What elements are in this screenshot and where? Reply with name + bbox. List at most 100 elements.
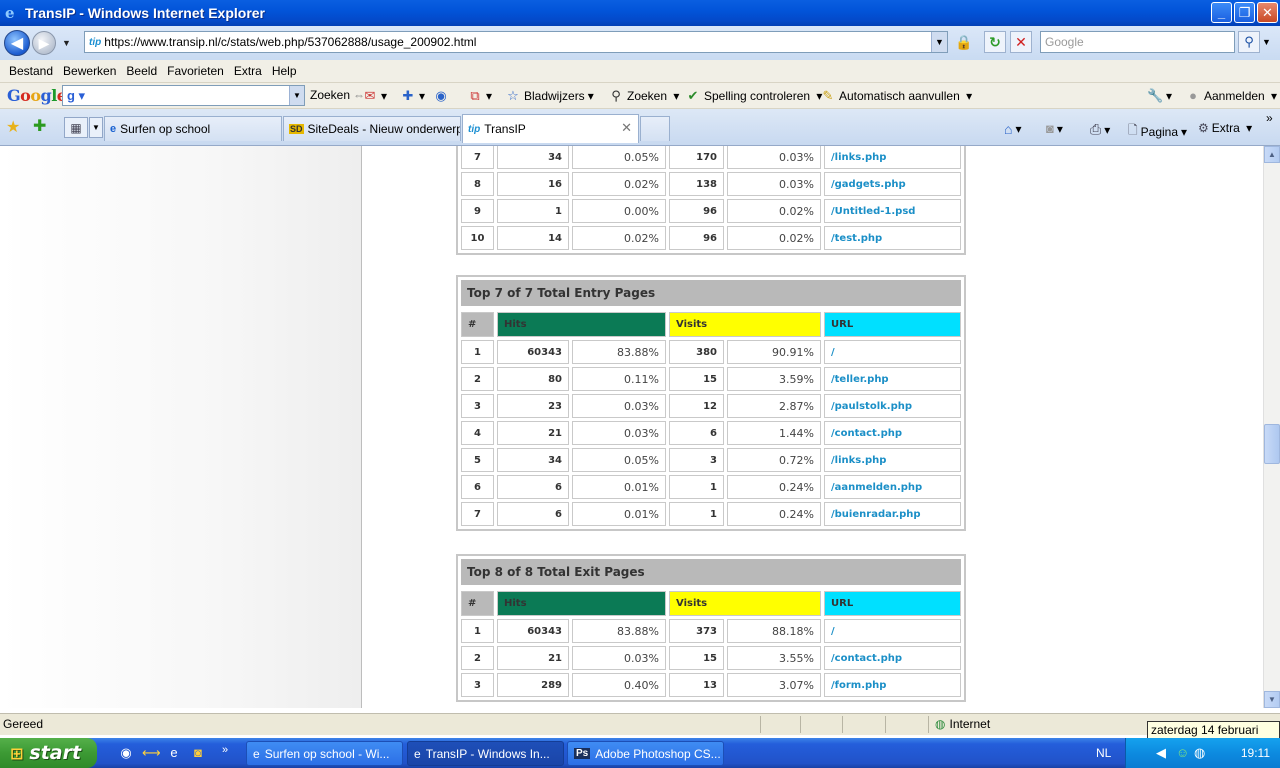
google-search-input[interactable]: g ▾ ▼: [62, 85, 305, 106]
url-link[interactable]: /teller.php: [824, 367, 961, 391]
row-index: 7: [461, 146, 494, 169]
pagerank-icon[interactable]: ◉: [433, 88, 449, 104]
settings-button[interactable]: 🔧 ▾: [1147, 88, 1172, 104]
address-bar[interactable]: tip https://www.transip.nl/c/stats/web.p…: [84, 31, 948, 53]
address-dropdown[interactable]: ▼: [931, 32, 947, 52]
back-button[interactable]: ◀: [4, 30, 30, 56]
taskbar-item-photoshop[interactable]: Ps Adobe Photoshop CS...: [567, 741, 724, 766]
header-visits[interactable]: Visits: [669, 312, 821, 337]
signin-button[interactable]: ● Aanmelden ▾: [1185, 88, 1277, 104]
home-button[interactable]: ⌂ ▾: [1004, 121, 1022, 137]
lock-icon[interactable]: 🔒: [953, 31, 975, 53]
visits-percent: 0.02%: [727, 199, 821, 223]
forward-button[interactable]: ▶: [32, 31, 56, 55]
visits-value: 12: [669, 394, 724, 418]
autofill-icon: ✎: [822, 88, 834, 103]
vertical-scrollbar[interactable]: ▲ ▼: [1263, 146, 1280, 708]
tab-transip[interactable]: tip TransIP ✕: [462, 114, 639, 143]
google-search-button[interactable]: Zoeken ⇔: [310, 88, 365, 102]
spellcheck-button[interactable]: ✔ Spelling controleren ▾: [685, 88, 823, 104]
language-indicator[interactable]: NL: [1096, 746, 1111, 760]
url-link[interactable]: /form.php: [824, 673, 961, 697]
close-tab-icon[interactable]: ✕: [621, 120, 632, 136]
popup-blocker-icon[interactable]: ✉ ▾: [362, 88, 387, 104]
header-url[interactable]: URL: [824, 591, 961, 616]
scroll-up-button[interactable]: ▲: [1264, 146, 1280, 163]
menu-bestand[interactable]: Bestand: [9, 64, 53, 78]
search-icon[interactable]: ⚲: [1238, 31, 1260, 53]
recent-pages-dropdown[interactable]: ▼: [62, 38, 71, 48]
ie-quicklaunch-icon[interactable]: e: [166, 745, 182, 761]
entry-pages-title: Top 7 of 7 Total Entry Pages: [461, 280, 961, 306]
messenger-icon[interactable]: ☺: [1176, 745, 1189, 760]
tab-label: Surfen op school: [120, 122, 211, 136]
quicklaunch-app-icon[interactable]: ⟷: [142, 745, 161, 761]
more-commands-icon[interactable]: »: [1266, 111, 1273, 125]
search-dropdown-button[interactable]: ⚲ Zoeken ▾: [608, 88, 679, 104]
google-search-dropdown[interactable]: ▼: [289, 86, 304, 105]
media-player-icon[interactable]: ◙: [190, 745, 206, 761]
search-input[interactable]: Google: [1040, 31, 1235, 53]
share-icon[interactable]: ⧉ ▾: [467, 88, 492, 104]
autofill-button[interactable]: ✎ Automatisch aanvullen ▾: [820, 88, 973, 104]
scroll-down-button[interactable]: ▼: [1264, 691, 1280, 708]
search-options-dropdown[interactable]: ▼: [1262, 37, 1271, 47]
tab-surfen-op-school[interactable]: e Surfen op school: [104, 116, 282, 141]
new-tab-button[interactable]: [640, 116, 670, 141]
hits-value: 34: [497, 448, 569, 472]
menu-beeld[interactable]: Beeld: [126, 64, 157, 78]
url-link[interactable]: /links.php: [824, 146, 961, 169]
header-visits[interactable]: Visits: [669, 591, 821, 616]
print-button[interactable]: ⎙ ▾: [1090, 121, 1110, 138]
header-url[interactable]: URL: [824, 312, 961, 337]
taskbar-item-surfen[interactable]: e Surfen op school - Wi...: [246, 741, 403, 766]
security-zone[interactable]: ◍ Internet: [935, 717, 990, 731]
hits-value: 60343: [497, 340, 569, 364]
show-desktop-icon[interactable]: ◉: [118, 745, 134, 761]
row-index: 3: [461, 394, 494, 418]
menu-extra[interactable]: Extra: [234, 64, 262, 78]
scroll-thumb[interactable]: [1264, 424, 1280, 464]
close-button[interactable]: ✕: [1257, 2, 1278, 23]
tab-sitedeals[interactable]: SD SiteDeals - Nieuw onderwerp...: [283, 116, 461, 141]
menu-bewerken[interactable]: Bewerken: [63, 64, 116, 78]
page-menu-button[interactable]: 🗋 Pagina ▾: [1128, 121, 1187, 142]
url-link[interactable]: /: [824, 340, 961, 364]
favorites-star-icon[interactable]: ★: [6, 117, 20, 137]
quick-tabs-button[interactable]: ▦: [64, 117, 88, 138]
menu-help[interactable]: Help: [272, 64, 297, 78]
table-row: 10 14 0.02% 96 0.02%/test.php: [461, 226, 961, 250]
bookmarks-button[interactable]: ☆ Bladwijzers ▾: [505, 88, 594, 104]
add-favorite-icon[interactable]: ✚: [33, 116, 46, 136]
menu-favorieten[interactable]: Favorieten: [167, 64, 224, 78]
taskbar-item-transip[interactable]: e TransIP - Windows In...: [407, 741, 564, 766]
url-link[interactable]: /: [824, 619, 961, 643]
start-button[interactable]: ⊞ start: [0, 738, 97, 768]
url-link[interactable]: /test.php: [824, 226, 961, 250]
refresh-button[interactable]: ↻: [984, 31, 1006, 53]
tray-arrow-icon[interactable]: ◀: [1156, 745, 1166, 761]
tab-list-dropdown[interactable]: ▼: [89, 117, 103, 138]
stop-button[interactable]: ✕: [1010, 31, 1032, 53]
header-hits[interactable]: Hits: [497, 591, 666, 616]
network-icon[interactable]: ◍: [1194, 745, 1205, 761]
url-link[interactable]: /contact.php: [824, 646, 961, 670]
add-button-icon[interactable]: ✚ ▾: [400, 88, 425, 104]
url-link[interactable]: /aanmelden.php: [824, 475, 961, 499]
header-hits[interactable]: Hits: [497, 312, 666, 337]
quicklaunch-more-icon[interactable]: »: [217, 742, 233, 758]
feeds-button[interactable]: ◙ ▾: [1046, 121, 1063, 136]
minimize-button[interactable]: _: [1211, 2, 1232, 23]
url-link[interactable]: /contact.php: [824, 421, 961, 445]
magnifier-icon: ⚲: [611, 88, 621, 103]
url-link[interactable]: /gadgets.php: [824, 172, 961, 196]
url-link[interactable]: /buienradar.php: [824, 502, 961, 526]
maximize-button[interactable]: ❐: [1234, 2, 1255, 23]
url-link[interactable]: /paulstolk.php: [824, 394, 961, 418]
url-link[interactable]: /links.php: [824, 448, 961, 472]
clock[interactable]: 19:11: [1241, 746, 1270, 760]
address-url[interactable]: https://www.transip.nl/c/stats/web.php/5…: [104, 35, 476, 49]
star-icon: ☆: [507, 88, 519, 103]
tools-menu-button[interactable]: ⚙ Extra ▾: [1198, 121, 1252, 135]
url-link[interactable]: /Untitled-1.psd: [824, 199, 961, 223]
